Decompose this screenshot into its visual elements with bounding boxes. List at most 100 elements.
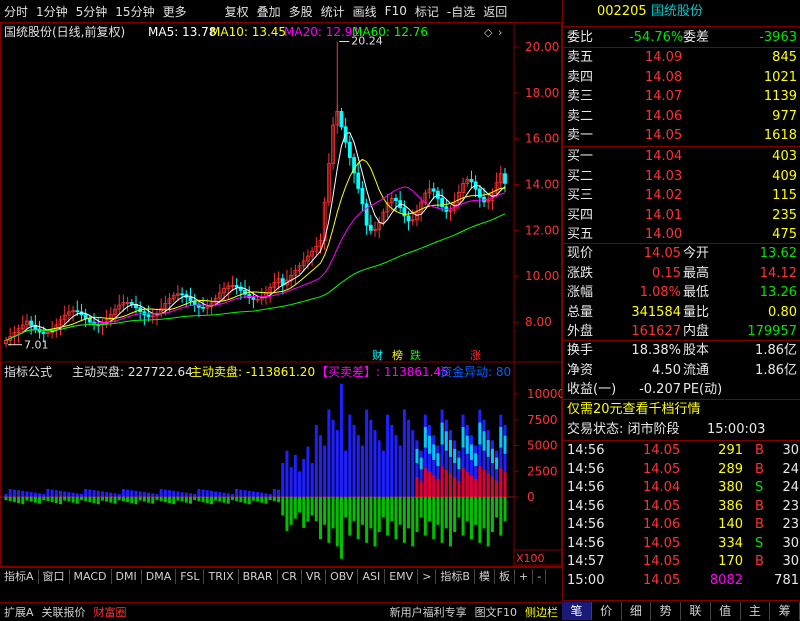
tick-direction: B — [755, 443, 764, 458]
status-left-1[interactable]: 关联报价 — [38, 604, 90, 620]
toolbar-13[interactable]: 返回 — [479, 3, 511, 20]
indicator-tab-4[interactable]: DMA — [142, 568, 177, 584]
toolbar-7[interactable]: 多股 — [285, 3, 317, 20]
buy-bar — [360, 445, 364, 497]
trade-state-row: 交易状态: 闭市阶段 15:00:03 — [563, 420, 800, 439]
status-left-2[interactable]: 财富圈 — [90, 604, 131, 620]
buy-bar — [348, 414, 352, 497]
diff-bar — [423, 468, 427, 497]
indicator-tab-7[interactable]: BRAR — [239, 568, 278, 584]
toolbar-12[interactable]: -自选 — [443, 3, 479, 20]
sell-bar — [302, 497, 306, 528]
buy-bar — [42, 493, 46, 497]
buy-bar — [306, 446, 310, 497]
quote-tab-1[interactable]: 价 — [592, 602, 622, 620]
buy-bar — [411, 430, 415, 497]
indicator-tab-6[interactable]: TRIX — [204, 568, 239, 584]
buy-bar — [209, 490, 213, 497]
indicator-tab-11[interactable]: ASI — [358, 568, 386, 584]
tick-direction: B — [755, 517, 764, 532]
buy-bar — [189, 493, 193, 497]
status-right-1[interactable]: 图文F10 — [471, 604, 521, 620]
buy-bar — [96, 490, 100, 497]
toolbar-4[interactable]: 更多 — [159, 3, 191, 20]
indicator-tab-12[interactable]: EMV — [385, 568, 419, 584]
buy-bar — [121, 488, 125, 497]
toolbar-3[interactable]: 15分钟 — [111, 3, 158, 20]
sell-bar — [428, 497, 432, 522]
quote-tab-4[interactable]: 联 — [681, 602, 711, 620]
quote-tab-3[interactable]: 势 — [651, 602, 681, 620]
sell-bar — [159, 497, 163, 502]
indicator-tab-18[interactable]: - — [533, 568, 547, 584]
indicator-tab-17[interactable]: + — [515, 568, 534, 584]
chart-area[interactable]: 国统股份(日线,前复权) MA5: 13.78MA10: 13.45MA20: 1… — [0, 22, 562, 567]
sell-bar — [168, 497, 172, 504]
sell-bar — [344, 497, 348, 518]
stat-value: 14.05 — [643, 246, 681, 261]
toolbar-0[interactable]: 分时 — [0, 3, 32, 20]
flow-bar — [503, 435, 507, 454]
indicator-tab-10[interactable]: OBV — [326, 568, 359, 584]
toolbar-5[interactable]: 复权 — [221, 3, 253, 20]
toolbar-10[interactable]: F10 — [381, 4, 411, 18]
sell-bar — [348, 497, 352, 536]
candle-body — [29, 320, 34, 326]
sell-bar — [360, 497, 364, 525]
sell-bar — [398, 497, 402, 525]
vol-tick-label: 0 — [527, 490, 535, 504]
sell-bar — [42, 497, 46, 501]
buy-bar — [247, 490, 251, 497]
promo-link[interactable]: 仅需20元查看千档行情 — [567, 400, 701, 419]
tick-volume: 8082 — [709, 572, 743, 588]
quote-tab-0[interactable]: 笔 — [562, 602, 592, 620]
toolbar-1[interactable]: 1分钟 — [32, 3, 72, 20]
status-right-2[interactable]: 侧边栏 — [521, 604, 562, 620]
weicha-value: -3963 — [759, 30, 797, 45]
indicator-tab-2[interactable]: MACD — [70, 568, 112, 584]
indicator-tab-5[interactable]: FSL — [176, 568, 205, 584]
indicator-tab-15[interactable]: 模 — [475, 568, 495, 584]
bid-price: 14.00 — [645, 227, 683, 242]
ask-row: 卖二 14.06 977 — [563, 107, 800, 126]
flow-bar — [457, 457, 461, 470]
toolbar-9[interactable]: 画线 — [349, 3, 381, 20]
indicator-tab-0[interactable]: 指标A — [0, 568, 39, 584]
indicator-tab-8[interactable]: CR — [278, 568, 302, 584]
buy-bar — [381, 450, 385, 497]
quote-tab-2[interactable]: 细 — [622, 602, 652, 620]
tick-row: 14:56 14.05 291 B 30 — [563, 441, 800, 460]
sell-bar — [96, 497, 100, 505]
quote-tab-6[interactable]: 主 — [741, 602, 771, 620]
sell-bar — [323, 497, 327, 525]
ask-row: 卖一 14.05 1618 — [563, 126, 800, 145]
indicator-tab-1[interactable]: 窗口 — [39, 568, 70, 584]
toolbar-11[interactable]: 标记 — [411, 3, 443, 20]
indicator-tab-14[interactable]: 指标B — [436, 568, 475, 584]
status-left-0[interactable]: 扩展A — [0, 604, 38, 620]
indicator-tab-13[interactable]: > — [418, 568, 437, 584]
sell-bar — [256, 497, 260, 502]
sell-bar — [239, 497, 243, 503]
buy-bar — [59, 490, 63, 497]
indicator-tab-3[interactable]: DMI — [112, 568, 142, 584]
buy-bar — [318, 435, 322, 497]
toolbar-2[interactable]: 5分钟 — [72, 3, 112, 20]
indicator-tab-9[interactable]: VR — [302, 568, 327, 584]
toolbar-6[interactable]: 叠加 — [253, 3, 285, 20]
sell-bar — [38, 497, 42, 504]
sell-bar — [474, 497, 478, 525]
unit-label: X100 — [516, 552, 545, 565]
quote-tab-7[interactable]: 筹 — [770, 602, 800, 620]
buy-bar — [377, 440, 381, 497]
indicator-tab-16[interactable]: 板 — [495, 568, 515, 584]
quote-tab-5[interactable]: 值 — [711, 602, 741, 620]
diff-label: 【买卖差】: 113861.45 — [316, 365, 449, 379]
buy-bar — [168, 490, 172, 497]
flow-bar — [436, 453, 440, 467]
buy-bar — [243, 490, 247, 497]
buy-bar — [38, 493, 42, 497]
status-right-0[interactable]: 新用户福利专享 — [386, 604, 471, 620]
toolbar-8[interactable]: 统计 — [317, 3, 349, 20]
sell-bar — [50, 497, 54, 503]
